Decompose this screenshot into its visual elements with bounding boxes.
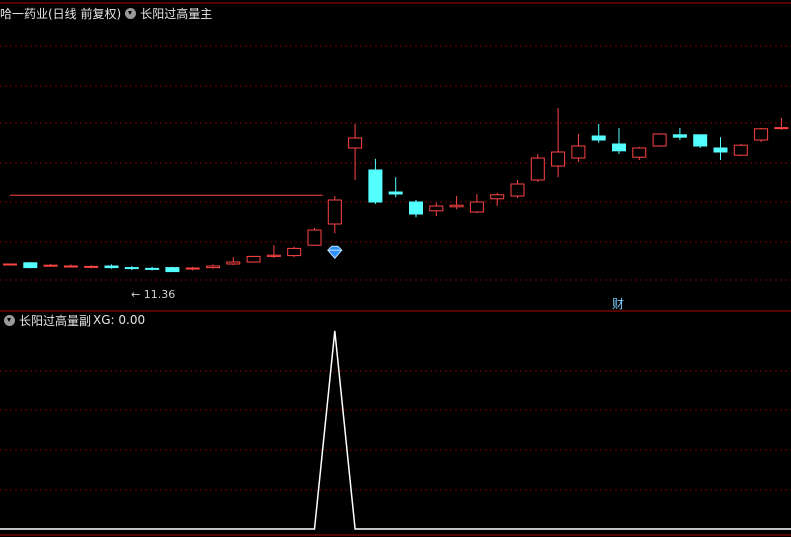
candle[interactable] [652, 133, 667, 147]
candle-body [185, 267, 200, 270]
sub-indicator-dropdown-icon[interactable] [4, 314, 15, 326]
candle[interactable] [165, 266, 180, 273]
candle-body [632, 147, 647, 158]
candle-body [307, 229, 322, 246]
candle-body [429, 205, 444, 212]
candle[interactable] [226, 257, 241, 266]
diamond-shape [327, 245, 343, 259]
candle-body [246, 255, 261, 263]
candle-body [206, 265, 220, 269]
candle-body [733, 144, 748, 156]
candle-body [449, 204, 464, 208]
main-panel-grid [0, 45, 791, 281]
candle-body [226, 261, 241, 265]
candle-body [266, 254, 281, 257]
low-price-label: ← 11.36 [131, 288, 176, 301]
candle-body [43, 264, 58, 267]
candle-body [612, 143, 626, 152]
candle[interactable] [632, 146, 647, 160]
candle-body [510, 183, 525, 197]
candle-body [754, 128, 769, 141]
candle-body [63, 265, 78, 268]
candle[interactable] [510, 180, 525, 198]
candle-body [469, 201, 484, 213]
candle-body [409, 201, 423, 215]
candle-body [571, 145, 586, 159]
candle-body [84, 265, 99, 268]
candle[interactable] [469, 194, 484, 214]
stock-title: 哈一药业(日线 前复权) [0, 6, 122, 21]
candle[interactable] [124, 266, 139, 270]
xg-signal-series [0, 330, 791, 530]
candle-body [672, 134, 687, 138]
candle-body [124, 267, 139, 270]
candle[interactable] [490, 192, 505, 206]
candle[interactable] [409, 200, 423, 218]
candle[interactable] [733, 144, 748, 156]
candle[interactable] [551, 108, 566, 178]
candle-body [713, 147, 728, 153]
candle[interactable] [693, 134, 708, 148]
candle[interactable] [145, 266, 160, 271]
sub-indicator-name[interactable]: 长阳过高量副 [19, 312, 91, 329]
candle[interactable] [368, 158, 383, 204]
candle[interactable] [713, 137, 728, 160]
candlestick-series[interactable] [3, 98, 791, 273]
diamond-signal-icon[interactable] [327, 245, 343, 259]
candle[interactable] [104, 264, 119, 269]
candle-body [388, 191, 403, 195]
candle-body [348, 137, 363, 149]
candle-body [287, 247, 302, 257]
candle-body [530, 157, 545, 181]
main-indicator-name[interactable]: 长阳过高量主 [140, 5, 212, 22]
xg-line [0, 330, 791, 530]
candle-body [23, 262, 38, 269]
candle[interactable] [530, 154, 545, 182]
xg-value: XG: 0.00 [93, 313, 146, 327]
candle-body [490, 194, 505, 200]
candle[interactable] [266, 245, 281, 258]
candle[interactable] [3, 263, 17, 266]
indicator-dropdown-icon[interactable] [125, 7, 137, 19]
candle-body [652, 133, 667, 147]
candle[interactable] [246, 255, 261, 263]
candle-body [591, 135, 606, 141]
candle-body [327, 199, 342, 225]
candle[interactable] [774, 118, 789, 130]
candle[interactable] [348, 124, 363, 180]
candle[interactable] [449, 196, 464, 210]
candle[interactable] [206, 264, 220, 269]
candle[interactable] [23, 262, 38, 269]
candle[interactable] [84, 265, 99, 269]
main-panel-header: 哈一药业(日线 前复权) 长阳过高量主 [0, 4, 212, 22]
candle[interactable] [287, 246, 302, 258]
candle[interactable] [612, 128, 626, 154]
candle-body [774, 127, 789, 130]
candle[interactable] [754, 128, 769, 142]
candle-body [145, 267, 160, 270]
candle[interactable] [307, 228, 322, 246]
candle-body [104, 265, 119, 269]
sub-panel-grid [0, 370, 791, 491]
chart-canvas[interactable] [0, 0, 791, 537]
candle-body [368, 169, 383, 203]
finance-badge[interactable]: 财 [612, 295, 624, 312]
candle-body [693, 134, 708, 147]
candle[interactable] [63, 264, 78, 268]
candle-body [165, 267, 180, 273]
candle[interactable] [591, 124, 606, 143]
candle[interactable] [571, 134, 586, 162]
candle-body [551, 151, 566, 167]
candle[interactable] [672, 128, 687, 140]
candle[interactable] [429, 202, 444, 216]
candle[interactable] [388, 177, 403, 198]
candle[interactable] [43, 264, 58, 267]
sub-panel-header: 长阳过高量副 XG: 0.00 [0, 311, 145, 329]
candle[interactable] [327, 196, 342, 234]
candle-body [3, 263, 17, 266]
candle[interactable] [185, 266, 200, 271]
